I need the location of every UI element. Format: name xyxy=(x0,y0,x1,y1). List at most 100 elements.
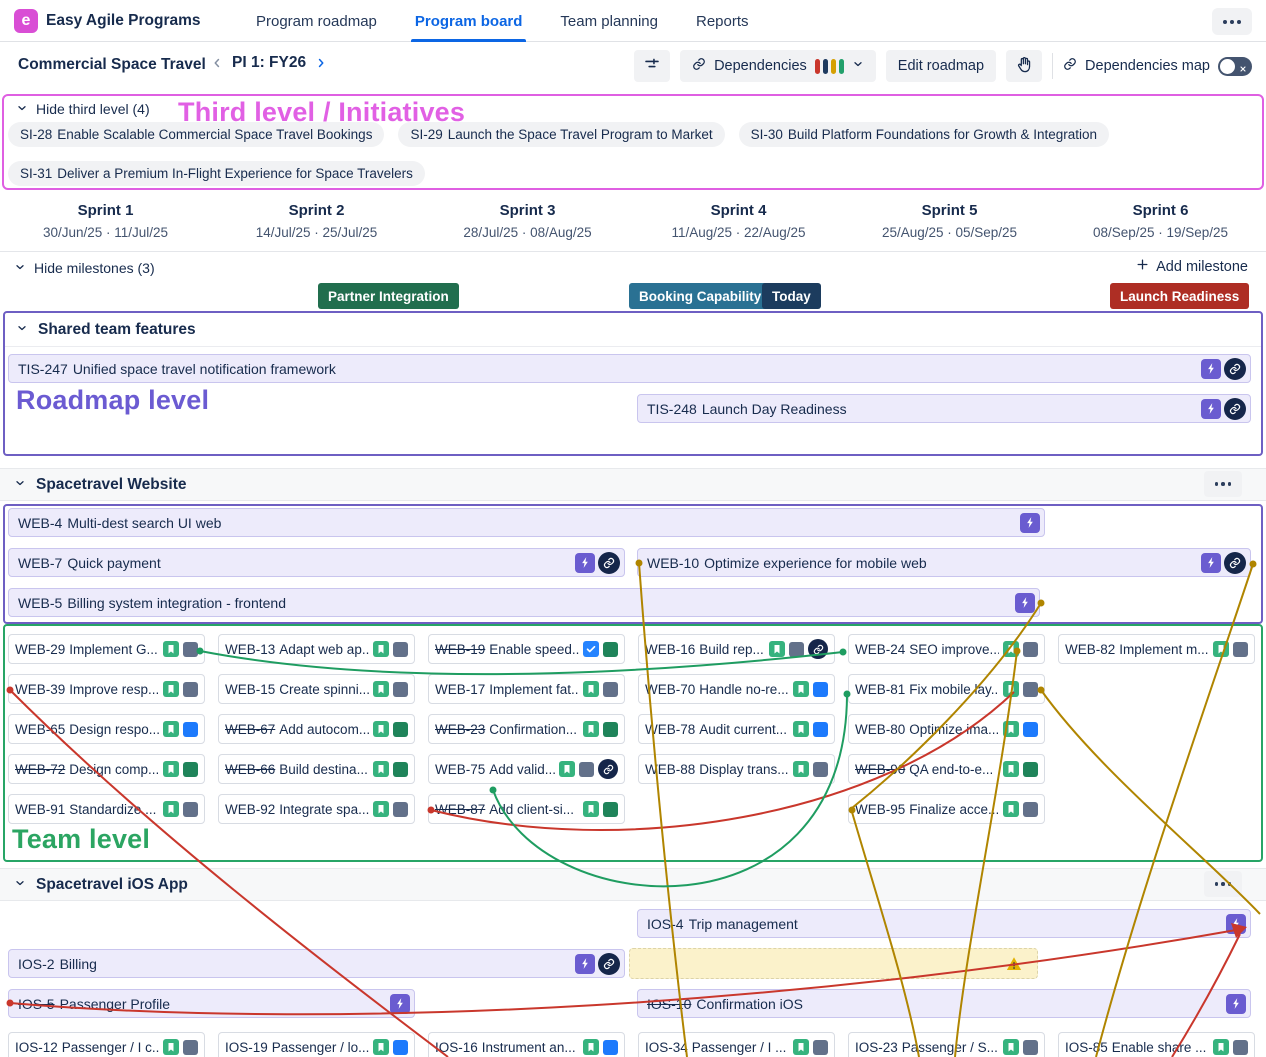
pan-hand-button[interactable] xyxy=(1006,50,1042,82)
sprint-column-header: Sprint 608/Sep/25 · 19/Sep/25 xyxy=(1055,196,1266,251)
issue-title: Add client-si... xyxy=(489,802,579,817)
initiative-chip[interactable]: SI-29Launch the Space Travel Program to … xyxy=(398,122,724,147)
status-square xyxy=(1023,1040,1038,1055)
tab-team-planning[interactable]: Team planning xyxy=(560,0,658,42)
issue-card[interactable]: WEB-70Handle no-re... xyxy=(638,674,835,704)
section-more-button[interactable] xyxy=(1204,871,1242,897)
initiative-chip[interactable]: SI-30Build Platform Foundations for Grow… xyxy=(739,122,1109,147)
hide-milestones-toggle[interactable]: Hide milestones (3) xyxy=(14,260,155,276)
epic-bar[interactable]: TIS-248Launch Day Readiness xyxy=(637,394,1251,423)
dependency-color-swatches xyxy=(815,59,844,74)
epic-key: IOS-2 xyxy=(18,956,55,972)
issue-card[interactable]: WEB-92Integrate spa... xyxy=(218,794,415,824)
epic-title: Confirmation iOS xyxy=(696,996,803,1012)
link-icon[interactable] xyxy=(1224,398,1246,420)
tab-reports[interactable]: Reports xyxy=(696,0,749,42)
issue-title: Integrate spa... xyxy=(279,802,369,817)
add-milestone-button[interactable]: Add milestone xyxy=(1136,258,1248,275)
chevron-right-icon[interactable] xyxy=(314,56,328,70)
issue-card[interactable]: WEB-78Audit current... xyxy=(638,714,835,744)
section-more-button[interactable] xyxy=(1204,471,1242,497)
issue-title: Audit current... xyxy=(699,722,789,737)
issue-card[interactable]: WEB-91Standardize ... xyxy=(8,794,205,824)
issue-card[interactable]: IOS-19Passenger / lo... xyxy=(218,1032,415,1057)
issue-card[interactable]: WEB-29Implement G... xyxy=(8,634,205,664)
nav-more-button[interactable] xyxy=(1212,8,1252,35)
link-icon[interactable] xyxy=(1224,358,1246,380)
issue-key: WEB-67 xyxy=(225,722,275,737)
issue-card[interactable]: WEB-23Confirmation... xyxy=(428,714,625,744)
link-icon[interactable] xyxy=(598,953,620,975)
milestone-badge[interactable]: Partner Integration xyxy=(318,283,459,309)
issue-card[interactable]: WEB-72Design comp... xyxy=(8,754,205,784)
issue-card[interactable]: WEB-16Build rep... xyxy=(638,634,835,664)
epic-bar[interactable]: IOS-2Billing xyxy=(8,949,625,978)
edit-roadmap-label: Edit roadmap xyxy=(898,58,984,74)
issue-card[interactable]: WEB-39Improve resp... xyxy=(8,674,205,704)
issue-card[interactable]: WEB-75Add valid... xyxy=(428,754,625,784)
app-title: Easy Agile Programs xyxy=(46,12,201,30)
filter-button[interactable] xyxy=(634,50,670,82)
issue-card[interactable]: WEB-87Add client-si... xyxy=(428,794,625,824)
issue-card[interactable]: WEB-67Add autocom... xyxy=(218,714,415,744)
epic-bar[interactable]: IOS-4Trip management xyxy=(637,909,1251,938)
section-header-shared[interactable]: Shared team features xyxy=(5,313,1261,347)
link-icon[interactable] xyxy=(598,552,620,574)
section-header-website[interactable]: Spacetravel Website xyxy=(0,468,1266,501)
epic-bar[interactable]: TIS-247Unified space travel notification… xyxy=(8,354,1251,383)
issue-key: WEB-90 xyxy=(855,762,905,777)
story-icon xyxy=(373,641,389,657)
story-icon xyxy=(163,641,179,657)
milestone-badge[interactable]: Booking Capability xyxy=(629,283,771,309)
issue-card[interactable]: WEB-88Display trans... xyxy=(638,754,835,784)
epic-bolt-icon xyxy=(1201,399,1221,419)
issue-card[interactable]: WEB-66Build destina... xyxy=(218,754,415,784)
app-logo[interactable]: e xyxy=(14,9,38,33)
issue-card[interactable]: WEB-90QA end-to-e... xyxy=(848,754,1045,784)
scheduling-warning-region[interactable] xyxy=(629,948,1038,979)
epic-bar[interactable]: IOS-10Confirmation iOS xyxy=(637,989,1251,1018)
dependencies-map-toggle[interactable] xyxy=(1218,57,1252,76)
link-icon[interactable] xyxy=(598,759,618,779)
status-square xyxy=(393,1040,408,1055)
epic-bar[interactable]: WEB-5Billing system integration - fronte… xyxy=(8,588,1040,617)
issue-card[interactable]: WEB-82Implement m... xyxy=(1058,634,1255,664)
issue-card[interactable]: WEB-95Finalize acce... xyxy=(848,794,1045,824)
epic-bar[interactable]: IOS-5Passenger Profile xyxy=(8,989,415,1018)
tab-program-board[interactable]: Program board xyxy=(415,0,523,42)
initiative-chip[interactable]: SI-28Enable Scalable Commercial Space Tr… xyxy=(8,122,384,147)
chevron-down-icon xyxy=(14,876,26,894)
issue-card[interactable]: IOS-34Passenger / I ... xyxy=(638,1032,835,1057)
epic-bolt-icon xyxy=(1201,359,1221,379)
issue-card[interactable]: WEB-15Create spinni... xyxy=(218,674,415,704)
tab-program-roadmap[interactable]: Program roadmap xyxy=(256,0,377,42)
link-icon[interactable] xyxy=(808,639,828,659)
issue-key: WEB-75 xyxy=(435,762,485,777)
epic-title: Quick payment xyxy=(67,555,160,571)
issue-card[interactable]: IOS-16Instrument an... xyxy=(428,1032,625,1057)
chevron-left-icon[interactable] xyxy=(210,56,224,70)
issue-card[interactable]: WEB-81Fix mobile lay... xyxy=(848,674,1045,704)
issue-card[interactable]: WEB-17Implement fat... xyxy=(428,674,625,704)
milestone-badge[interactable]: Launch Readiness xyxy=(1110,283,1249,309)
issue-card[interactable]: IOS-12Passenger / I c... xyxy=(8,1032,205,1057)
initiative-chip[interactable]: SI-31Deliver a Premium In-Flight Experie… xyxy=(8,161,425,186)
edit-roadmap-button[interactable]: Edit roadmap xyxy=(886,50,996,82)
dependencies-button[interactable]: Dependencies xyxy=(680,50,876,82)
issue-card[interactable]: WEB-19Enable speed... xyxy=(428,634,625,664)
section-header-ios[interactable]: Spacetravel iOS App xyxy=(0,868,1266,901)
issue-card[interactable]: WEB-80Optimize ima... xyxy=(848,714,1045,744)
issue-card[interactable]: WEB-24SEO improve... xyxy=(848,634,1045,664)
issue-card[interactable]: IOS-85Enable share ... xyxy=(1058,1032,1255,1057)
nav-tabs: Program roadmap Program board Team plann… xyxy=(256,0,749,42)
issue-card[interactable]: IOS-23Passenger / S... xyxy=(848,1032,1045,1057)
issue-card[interactable]: WEB-13Adapt web ap... xyxy=(218,634,415,664)
epic-bar[interactable]: WEB-10Optimize experience for mobile web xyxy=(637,548,1251,577)
hide-third-level-toggle[interactable]: Hide third level (4) xyxy=(16,101,150,117)
link-icon[interactable] xyxy=(1224,552,1246,574)
pi-switcher: PI 1: FY26 xyxy=(210,54,328,72)
epic-bar[interactable]: WEB-4Multi-dest search UI web xyxy=(8,508,1045,537)
epic-bar[interactable]: WEB-7Quick payment xyxy=(8,548,625,577)
issue-card[interactable]: WEB-65Design respo... xyxy=(8,714,205,744)
status-square xyxy=(183,722,198,737)
